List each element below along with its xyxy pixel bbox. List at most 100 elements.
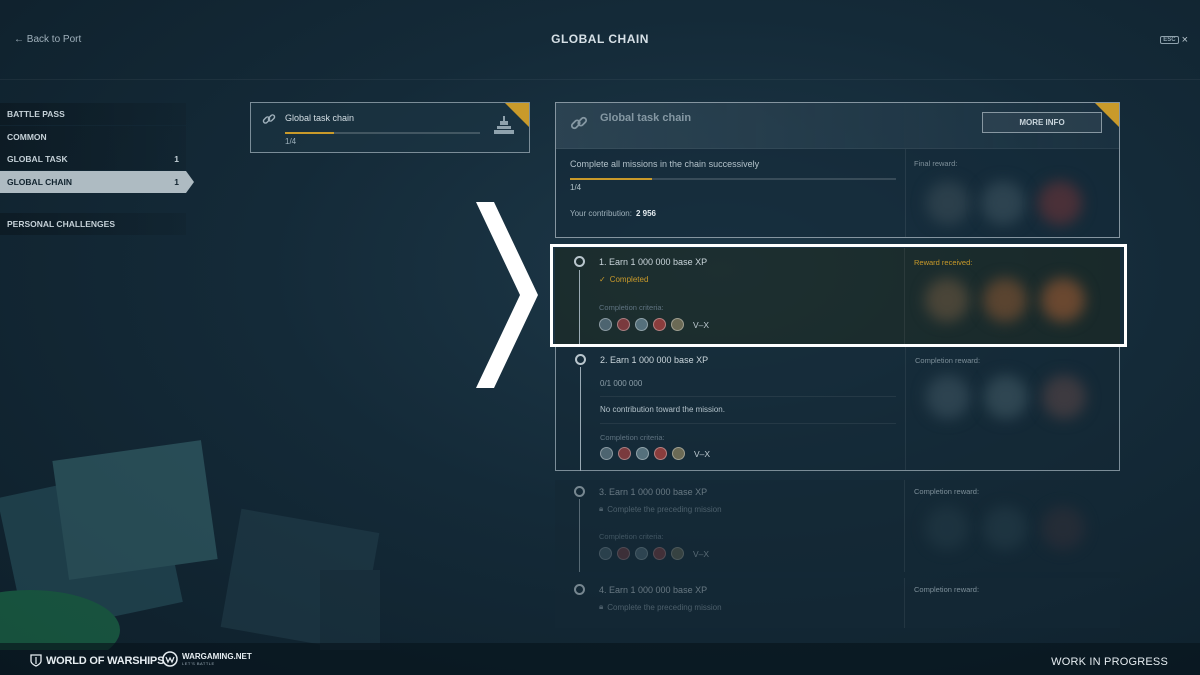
anchor-shield-icon bbox=[30, 654, 42, 667]
divider bbox=[904, 480, 905, 572]
sidebar-item-label: COMMON bbox=[7, 131, 47, 142]
mission-status: ✓ Completed bbox=[599, 275, 648, 284]
carrier-class-icon bbox=[653, 547, 666, 560]
chain-card-title: Global task chain bbox=[285, 113, 355, 123]
reward-label: Completion reward: bbox=[914, 585, 980, 594]
mission-status-circle-icon bbox=[574, 256, 585, 267]
reward-label: Completion reward: bbox=[914, 487, 980, 496]
sidebar: BATTLE PASS COMMON GLOBAL TASK 1 GLOBAL … bbox=[0, 103, 200, 235]
carrier-class-icon bbox=[654, 447, 667, 460]
cruiser-class-icon bbox=[617, 547, 630, 560]
page-title: GLOBAL CHAIN bbox=[551, 32, 649, 46]
reward-icon bbox=[926, 181, 970, 225]
destroyer-class-icon bbox=[599, 318, 612, 331]
chain-panel-title: Global task chain bbox=[600, 112, 692, 124]
divider bbox=[904, 248, 905, 344]
chain-panel-header: Global task chain MORE INFO bbox=[556, 103, 1119, 149]
reward-label: Reward received: bbox=[914, 258, 973, 267]
reward-icon bbox=[1041, 506, 1085, 550]
submarine-class-icon bbox=[671, 547, 684, 560]
mission-title: 2. Earn 1 000 000 base XP bbox=[600, 355, 709, 365]
progress-fill bbox=[285, 132, 334, 134]
mission-item[interactable]: 1. Earn 1 000 000 base XP ✓ Completed Co… bbox=[555, 248, 1120, 344]
mission-lock-text: Complete the preceding mission bbox=[607, 602, 722, 612]
battleship-class-icon bbox=[635, 547, 648, 560]
submarine-class-icon bbox=[672, 447, 685, 460]
chain-card-progress-bar bbox=[285, 132, 480, 134]
final-reward-label: Final reward: bbox=[914, 159, 958, 168]
corner-ribbon-icon bbox=[1095, 103, 1119, 127]
sidebar-item-label: PERSONAL CHALLENGES bbox=[7, 218, 115, 229]
chain-line bbox=[579, 499, 580, 572]
reward-icon bbox=[981, 181, 1025, 225]
checkmark-icon: ✓ bbox=[599, 275, 606, 284]
divider bbox=[904, 578, 905, 628]
divider bbox=[905, 149, 906, 237]
criteria-label: Completion criteria: bbox=[599, 532, 664, 541]
mission-status-circle-icon bbox=[574, 486, 585, 497]
criteria-row: V–X bbox=[599, 547, 709, 560]
criteria-row: V–X bbox=[600, 447, 710, 460]
chain-line bbox=[580, 367, 581, 471]
destroyer-class-icon bbox=[599, 547, 612, 560]
cruiser-class-icon bbox=[618, 447, 631, 460]
footer: WORLD OF WARSHIPS WARGAMING.NET LET'S BA… bbox=[0, 643, 1200, 675]
chain-panel: Global task chain MORE INFO Complete all… bbox=[555, 102, 1120, 238]
tier-range: V–X bbox=[693, 319, 710, 330]
divider bbox=[600, 396, 896, 397]
tier-range: V–X bbox=[693, 548, 710, 559]
sidebar-item-battle-pass[interactable]: BATTLE PASS bbox=[0, 103, 186, 125]
reward-icon bbox=[1038, 181, 1082, 225]
reward-icon bbox=[925, 506, 969, 550]
esc-key-icon: ESC bbox=[1160, 36, 1179, 44]
mission-lock-status: 🔒︎ Complete the preceding mission bbox=[599, 504, 722, 514]
destroyer-class-icon bbox=[600, 447, 613, 460]
sidebar-item-global-chain[interactable]: GLOBAL CHAIN 1 bbox=[0, 170, 194, 193]
mission-contribution-text: No contribution toward the mission. bbox=[600, 405, 725, 414]
contribution-label: Your contribution: bbox=[570, 209, 632, 218]
link-icon bbox=[262, 112, 276, 131]
contribution-value: 2 956 bbox=[635, 209, 656, 218]
ship-icon bbox=[491, 115, 517, 142]
publisher-logo-text: WARGAMING.NET bbox=[182, 651, 252, 661]
mission-title: 3. Earn 1 000 000 base XP bbox=[599, 487, 708, 497]
top-bar: ← Back to Port GLOBAL CHAIN ESC × bbox=[0, 0, 1200, 80]
submarine-class-icon bbox=[671, 318, 684, 331]
mission-status-circle-icon bbox=[575, 354, 586, 365]
cruiser-class-icon bbox=[617, 318, 630, 331]
reward-icon bbox=[1041, 278, 1085, 322]
reward-icon bbox=[925, 278, 969, 322]
chain-line bbox=[579, 270, 580, 344]
chevron-right-icon bbox=[476, 202, 538, 388]
close-button[interactable]: ESC × bbox=[1160, 34, 1188, 46]
mission-lock-text: Complete the preceding mission bbox=[607, 504, 722, 514]
mission-item[interactable]: 2. Earn 1 000 000 base XP 0/1 000 000 No… bbox=[555, 347, 1120, 471]
chain-card[interactable]: Global task chain 1/4 bbox=[250, 102, 530, 153]
mission-title: 4. Earn 1 000 000 base XP bbox=[599, 585, 708, 595]
world-of-warships-logo: WORLD OF WARSHIPS bbox=[30, 654, 164, 667]
mission-item[interactable]: 3. Earn 1 000 000 base XP 🔒︎ Complete th… bbox=[555, 480, 1120, 572]
mission-item[interactable]: 4. Earn 1 000 000 base XP 🔒︎ Complete th… bbox=[555, 578, 1120, 628]
work-in-progress-label: WORK IN PROGRESS bbox=[1051, 656, 1168, 668]
carrier-class-icon bbox=[653, 318, 666, 331]
sidebar-item-label: GLOBAL CHAIN bbox=[7, 176, 73, 187]
progress-fill bbox=[570, 178, 652, 180]
criteria-label: Completion criteria: bbox=[599, 303, 664, 312]
tier-range: V–X bbox=[694, 448, 711, 459]
contribution: Your contribution: 2 956 bbox=[570, 209, 656, 218]
criteria-label: Completion criteria: bbox=[600, 433, 665, 442]
sidebar-item-global-task[interactable]: GLOBAL TASK 1 bbox=[0, 148, 186, 170]
reward-icon bbox=[983, 506, 1027, 550]
sidebar-item-personal-challenges[interactable]: PERSONAL CHALLENGES bbox=[0, 212, 186, 235]
sidebar-item-count: 1 bbox=[174, 176, 179, 187]
close-icon: × bbox=[1181, 34, 1188, 46]
chain-description: Complete all missions in the chain succe… bbox=[570, 159, 760, 169]
chain-progress-text: 1/4 bbox=[570, 183, 582, 192]
sidebar-item-common[interactable]: COMMON bbox=[0, 125, 186, 148]
more-info-button[interactable]: MORE INFO bbox=[982, 112, 1102, 133]
battleship-class-icon bbox=[636, 447, 649, 460]
reward-icon bbox=[984, 375, 1028, 419]
mission-status-circle-icon bbox=[574, 584, 585, 595]
reward-icon bbox=[1042, 375, 1086, 419]
sidebar-item-label: BATTLE PASS bbox=[7, 109, 65, 119]
